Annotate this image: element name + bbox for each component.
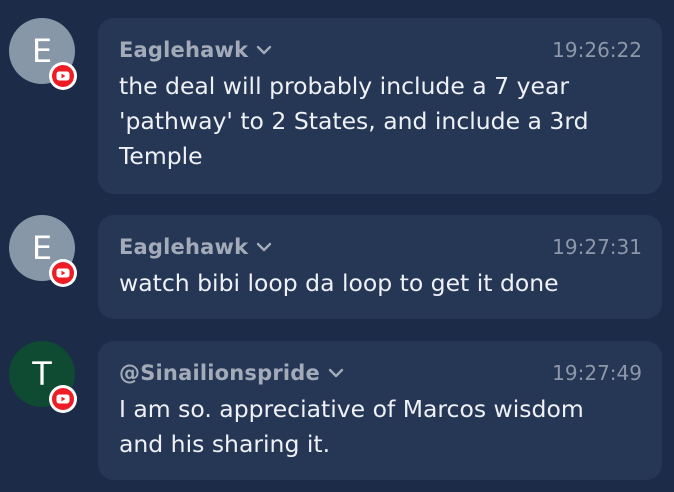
- timestamp: 19:27:31: [552, 235, 642, 259]
- message-header: @Sinailionspride 19:27:49: [119, 357, 642, 389]
- author-name: Eaglehawk: [119, 38, 249, 62]
- timestamp: 19:26:22: [552, 38, 642, 62]
- message-text: I am so. appreciative of Marcos wisdom a…: [119, 395, 584, 458]
- message-bubble: @Sinailionspride 19:27:49 I am so. appre…: [98, 341, 662, 480]
- message-header: Eaglehawk 19:27:31: [119, 231, 642, 263]
- author-name: Eaglehawk: [119, 235, 249, 259]
- chevron-down-icon: [328, 368, 344, 378]
- youtube-icon: [49, 259, 77, 287]
- message-bubble: Eaglehawk 19:26:22 the deal will probabl…: [98, 18, 662, 194]
- timestamp: 19:27:49: [552, 361, 642, 385]
- chevron-down-icon: [257, 45, 272, 55]
- author-menu-button[interactable]: @Sinailionspride: [119, 357, 344, 389]
- message-bubble: Eaglehawk 19:27:31 watch bibi loop da lo…: [98, 215, 662, 319]
- author-name: @Sinailionspride: [119, 361, 320, 385]
- youtube-icon: [49, 385, 77, 413]
- chevron-down-icon: [257, 242, 272, 252]
- message-text: watch bibi loop da loop to get it done: [119, 269, 559, 297]
- author-menu-button[interactable]: Eaglehawk: [119, 231, 272, 263]
- author-menu-button[interactable]: Eaglehawk: [119, 34, 272, 66]
- message-header: Eaglehawk 19:26:22: [119, 34, 642, 66]
- message-text: the deal will probably include a 7 year …: [119, 72, 589, 170]
- youtube-icon: [49, 62, 77, 90]
